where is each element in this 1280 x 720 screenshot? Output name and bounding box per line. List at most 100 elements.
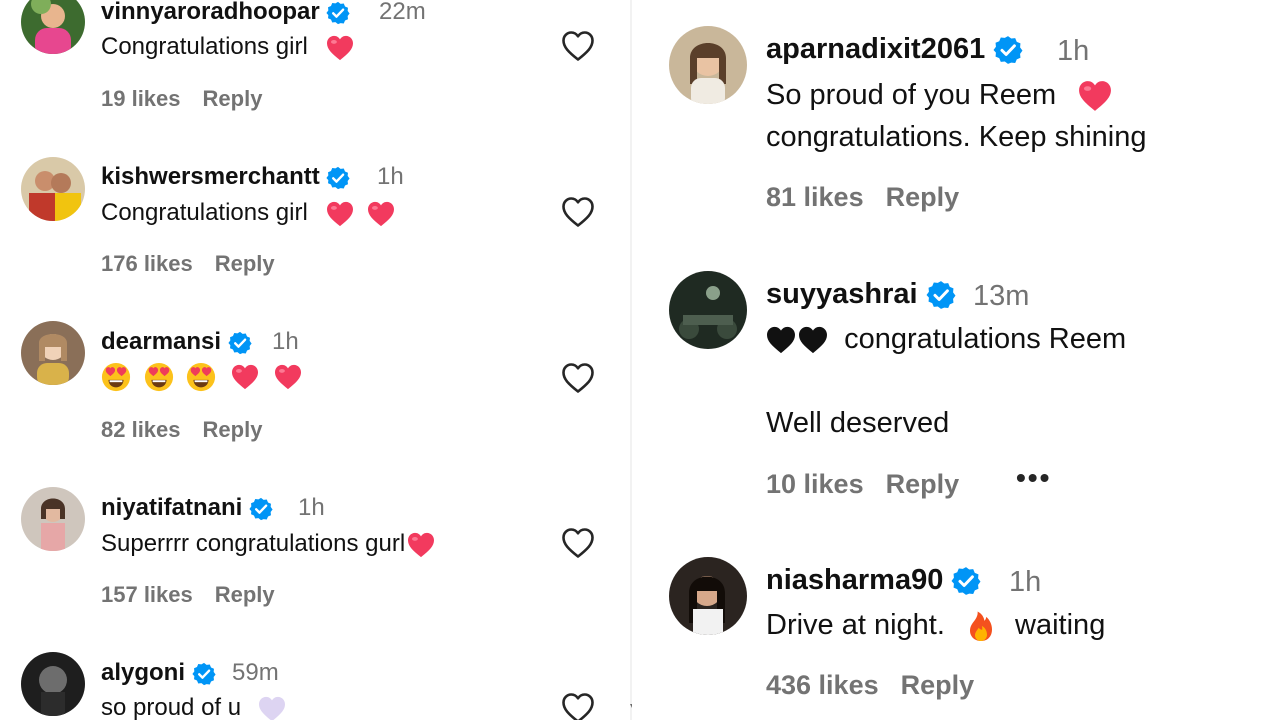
username[interactable]: dearmansi [101,328,252,356]
right-comments-panel: aparnadixit2061 1h So proud of you Reem … [632,0,1280,720]
reply-button[interactable]: Reply [215,251,275,276]
comment-text-line: Drive at night. [766,609,945,641]
comment-meta: 82 likes Reply [101,417,284,443]
reply-button[interactable]: Reply [886,469,960,499]
username-text[interactable]: vinnyaroradhoopar [101,0,320,25]
username-text[interactable]: niasharma90 [766,564,943,596]
timestamp: 22m [379,0,426,25]
comment-text: congratulations Reem [766,318,1126,360]
comment-meta: 10 likes Reply [766,469,981,500]
comment-text [101,362,302,392]
verified-badge-icon [192,662,216,686]
timestamp: 13m [973,280,1030,312]
username-text[interactable]: kishwersmerchantt [101,163,320,190]
red-heart-emoji [274,364,302,390]
username[interactable]: vinnyaroradhoopar [101,0,350,26]
avatar[interactable] [21,157,85,221]
username-text[interactable]: niyatifatnani [101,494,242,521]
comment-text: So proud of you Reem [766,74,1112,116]
red-heart-emoji [326,35,354,61]
verified-badge-icon [228,331,252,355]
comment-text-content: Superrrr congratulations gurl [101,530,406,557]
avatar[interactable] [21,487,85,551]
like-heart-icon[interactable] [561,527,595,559]
comment-text-line: So proud of you Reem [766,79,1057,111]
fire-emoji [965,610,997,642]
likes-count[interactable]: 436 likes [766,670,879,700]
like-heart-icon[interactable] [561,692,595,720]
comment-meta: 176 likes Reply [101,251,297,277]
comment-text: Well deserved [766,407,950,439]
black-heart-emoji [798,326,828,354]
timestamp: 1h [1057,35,1090,67]
reply-button[interactable]: Reply [203,417,263,442]
likes-count[interactable]: 10 likes [766,469,864,499]
username[interactable]: alygoni [101,659,216,687]
reply-button[interactable]: Reply [203,86,263,111]
heart-eyes-emoji [186,362,216,392]
verified-badge-icon [951,566,981,596]
avatar[interactable] [21,652,85,716]
username[interactable]: aparnadixit2061 [766,33,1023,66]
comment-meta: 157 likes Reply [101,582,297,608]
comment-text-content: Congratulations girl [101,199,308,226]
comment-meta: 436 likes Reply [766,670,996,701]
username[interactable]: niyatifatnani [101,494,273,522]
timestamp: 1h [272,328,299,355]
verified-badge-icon [326,1,350,25]
like-heart-icon[interactable] [561,196,595,228]
avatar[interactable] [21,321,85,385]
comment-text: congratulations. Keep shining [766,121,1147,153]
username-text[interactable]: suyyashrai [766,278,918,310]
timestamp: 1h [1009,566,1042,598]
username[interactable]: suyyashrai [766,278,956,311]
timestamp: 59m [232,659,279,686]
red-heart-emoji [407,532,435,558]
reply-button[interactable]: Reply [901,670,975,700]
verified-badge-icon [926,280,956,310]
comment-text-content: Congratulations girl [101,33,308,60]
lavender-heart-emoji [258,696,286,720]
reply-button[interactable]: Reply [215,582,275,607]
likes-count[interactable]: 81 likes [766,182,864,212]
left-comments-panel: vinnyaroradhoopar 22m Congratulations gi… [0,0,630,720]
comment-text-line: waiting [1015,609,1106,641]
comment-text: Superrrr congratulations gurl [101,530,435,558]
like-heart-icon[interactable] [561,30,595,62]
username-text[interactable]: aparnadixit2061 [766,33,985,65]
red-heart-emoji [1078,80,1112,112]
likes-count[interactable]: 82 likes [101,417,181,442]
comment-text: Drive at night. waiting [766,604,1105,646]
avatar[interactable] [669,557,747,635]
avatar[interactable] [669,26,747,104]
red-heart-emoji [231,364,259,390]
comment-text: Congratulations girl [101,33,354,61]
black-heart-emoji [766,326,796,354]
more-options-icon[interactable]: ••• [1016,462,1051,494]
comment-meta: 81 likes Reply [766,182,981,213]
like-heart-icon[interactable] [561,362,595,394]
username-text[interactable]: alygoni [101,659,185,686]
likes-count[interactable]: 19 likes [101,86,181,111]
verified-badge-icon [993,35,1023,65]
username[interactable]: niasharma90 [766,564,981,597]
comment-meta: 19 likes Reply [101,86,284,112]
timestamp: 1h [298,494,325,521]
username-text[interactable]: dearmansi [101,328,221,355]
comment-text-line: congratulations Reem [844,323,1127,355]
avatar[interactable] [669,271,747,349]
reply-button[interactable]: Reply [886,182,960,212]
comment-text: so proud of u [101,694,286,720]
red-heart-emoji [367,201,395,227]
likes-count[interactable]: 157 likes [101,582,193,607]
red-heart-emoji [326,201,354,227]
likes-count[interactable]: 176 likes [101,251,193,276]
heart-eyes-emoji [101,362,131,392]
avatar[interactable] [21,0,85,54]
comment-text: Congratulations girl [101,199,395,227]
username[interactable]: kishwersmerchantt [101,163,350,191]
timestamp: 1h [377,163,404,190]
comment-text-content: so proud of u [101,694,242,720]
heart-eyes-emoji [144,362,174,392]
verified-badge-icon [326,166,350,190]
